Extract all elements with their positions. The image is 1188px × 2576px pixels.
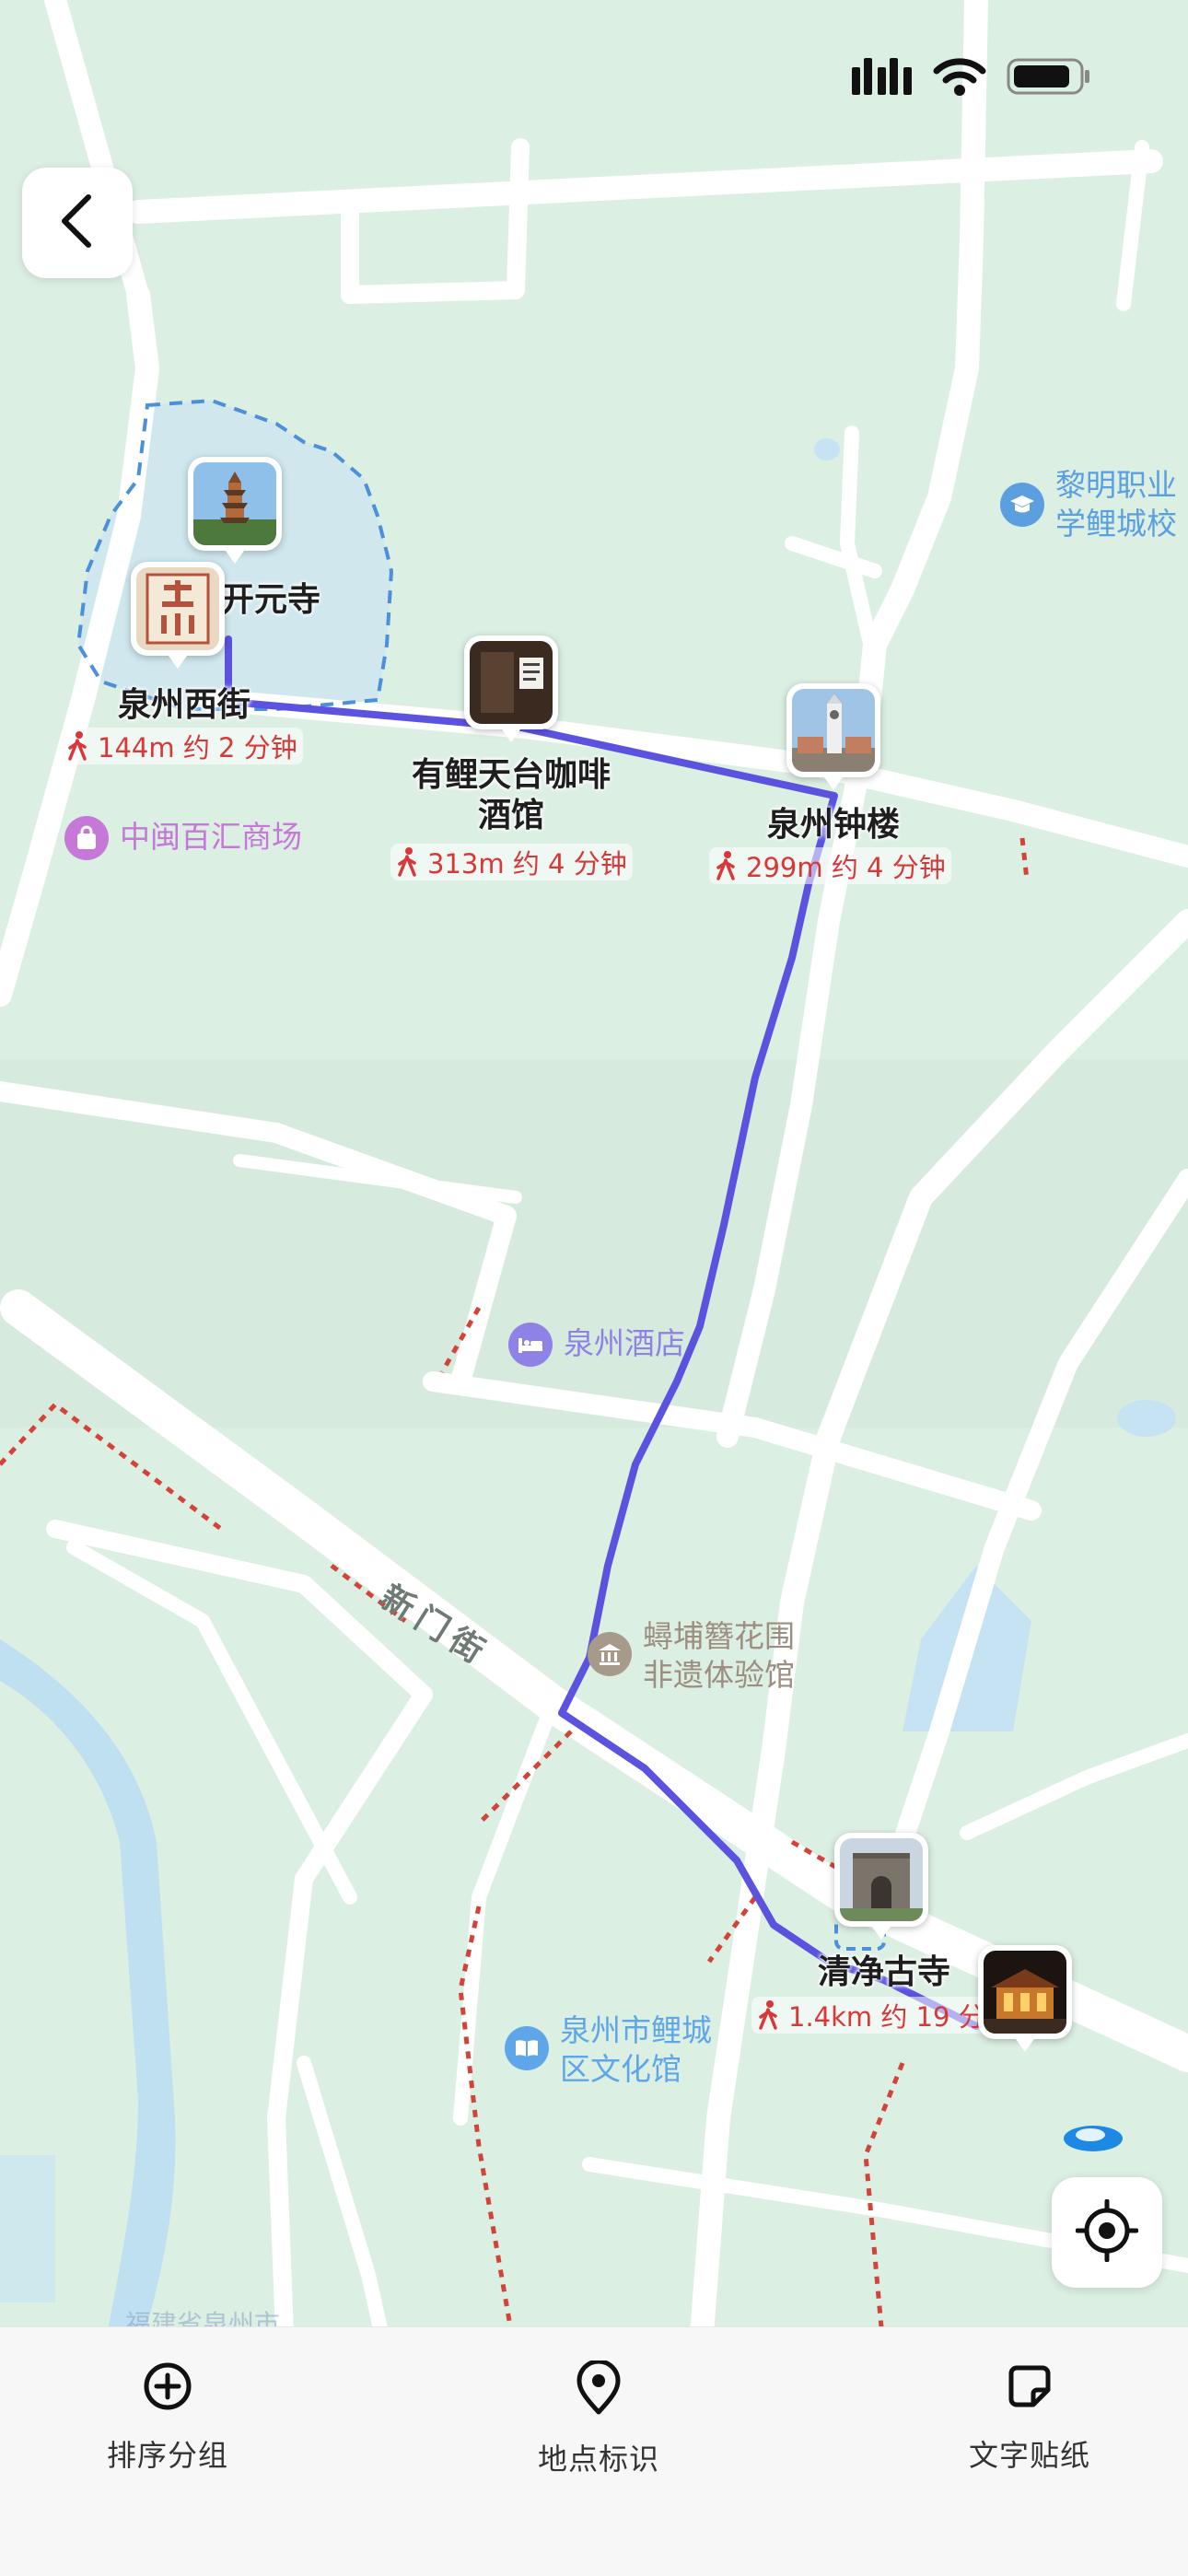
- stop-name-xijie[interactable]: 泉州西街: [92, 685, 276, 726]
- clock-tower-photo: [792, 689, 875, 772]
- text-sticker-button[interactable]: 文字贴纸: [910, 2360, 1149, 2475]
- walking-person-icon: [716, 851, 735, 880]
- poi-label-museum[interactable]: 蟳埔簪花围 非遗体验馆: [643, 1617, 795, 1695]
- stop-name-kaiyuan[interactable]: 开元寺: [221, 580, 332, 621]
- stop-photo-clock-tower[interactable]: [786, 683, 880, 790]
- sticker-note-icon: [1004, 2360, 1055, 2416]
- library-book-icon: [505, 2026, 549, 2070]
- stop-photo-qingjing[interactable]: [834, 1833, 928, 1940]
- stop-photo-xijie[interactable]: [131, 562, 225, 669]
- hotel-bed-icon: [508, 1323, 553, 1367]
- night-temple-photo: [984, 1951, 1066, 2034]
- walking-person-icon: [398, 847, 416, 877]
- poi-label-school[interactable]: 黎明职业 学鲤城校: [1055, 466, 1177, 543]
- place-marker-button[interactable]: 地点标识: [479, 2359, 718, 2478]
- place-marker-label: 地点标识: [537, 2442, 659, 2477]
- walking-person-icon: [68, 731, 87, 761]
- segment-info-3: 299m 约 4 分钟: [709, 847, 951, 884]
- text-sticker-label: 文字贴纸: [968, 2438, 1090, 2473]
- wifi-icon: [933, 56, 986, 100]
- stop-photo-night-temple[interactable]: [978, 1945, 1072, 2052]
- pagoda-photo: [193, 462, 276, 545]
- crosshair-locate-icon: [1075, 2198, 1139, 2266]
- vehicle-marker-icon: [1063, 2120, 1124, 2153]
- segment-text-1: 144m 约 2 分钟: [98, 732, 297, 763]
- back-button[interactable]: [22, 168, 133, 278]
- museum-icon: [588, 1632, 632, 1676]
- cafe-photo: [470, 641, 553, 724]
- map-pin-icon: [576, 2359, 622, 2419]
- school-icon: [1000, 483, 1044, 527]
- stop-name-clock-tower[interactable]: 泉州钟楼: [737, 805, 930, 845]
- segment-info-4: 1.4km 约 19 分: [751, 1997, 991, 2034]
- status-bar: [852, 55, 1091, 101]
- poi-label-hotel[interactable]: 泉州酒店: [564, 1324, 685, 1363]
- segment-text-4: 1.4km 约 19 分: [788, 2001, 985, 2033]
- sort-group-button[interactable]: 排序分组: [48, 2360, 287, 2475]
- segment-text-2: 313m 约 4 分钟: [427, 848, 627, 880]
- stop-photo-kaiyuan[interactable]: [188, 457, 282, 564]
- chevron-left-icon: [55, 192, 99, 254]
- segment-info-2: 313m 约 4 分钟: [390, 844, 633, 880]
- bottom-toolbar: 排序分组 地点标识 文字贴纸: [0, 2326, 1188, 2576]
- quanzhou-calligraphy-photo: [136, 567, 219, 650]
- cellular-signal-icon: [852, 58, 913, 99]
- map-canvas[interactable]: [0, 0, 1188, 2575]
- stop-name-cafe[interactable]: 有鲤天台咖啡 酒馆: [387, 755, 635, 836]
- locate-button[interactable]: [1052, 2177, 1162, 2288]
- battery-icon: [1007, 56, 1091, 100]
- stop-name-qingjing[interactable]: 清净古寺: [792, 1952, 976, 1993]
- poi-label-mall[interactable]: 中闽百汇商场: [120, 818, 302, 857]
- mosque-ruins-photo: [840, 1838, 923, 1921]
- plus-circle-icon: [142, 2360, 193, 2416]
- poi-label-culture-center[interactable]: 泉州市鲤城 区文化馆: [560, 2011, 712, 2089]
- shopping-bag-icon: [64, 816, 109, 860]
- segment-info-1: 144m 约 2 分钟: [61, 728, 303, 764]
- stop-photo-cafe[interactable]: [464, 635, 558, 742]
- walking-person-icon: [759, 2000, 777, 2030]
- sort-group-label: 排序分组: [106, 2438, 228, 2473]
- segment-text-3: 299m 约 4 分钟: [746, 852, 946, 883]
